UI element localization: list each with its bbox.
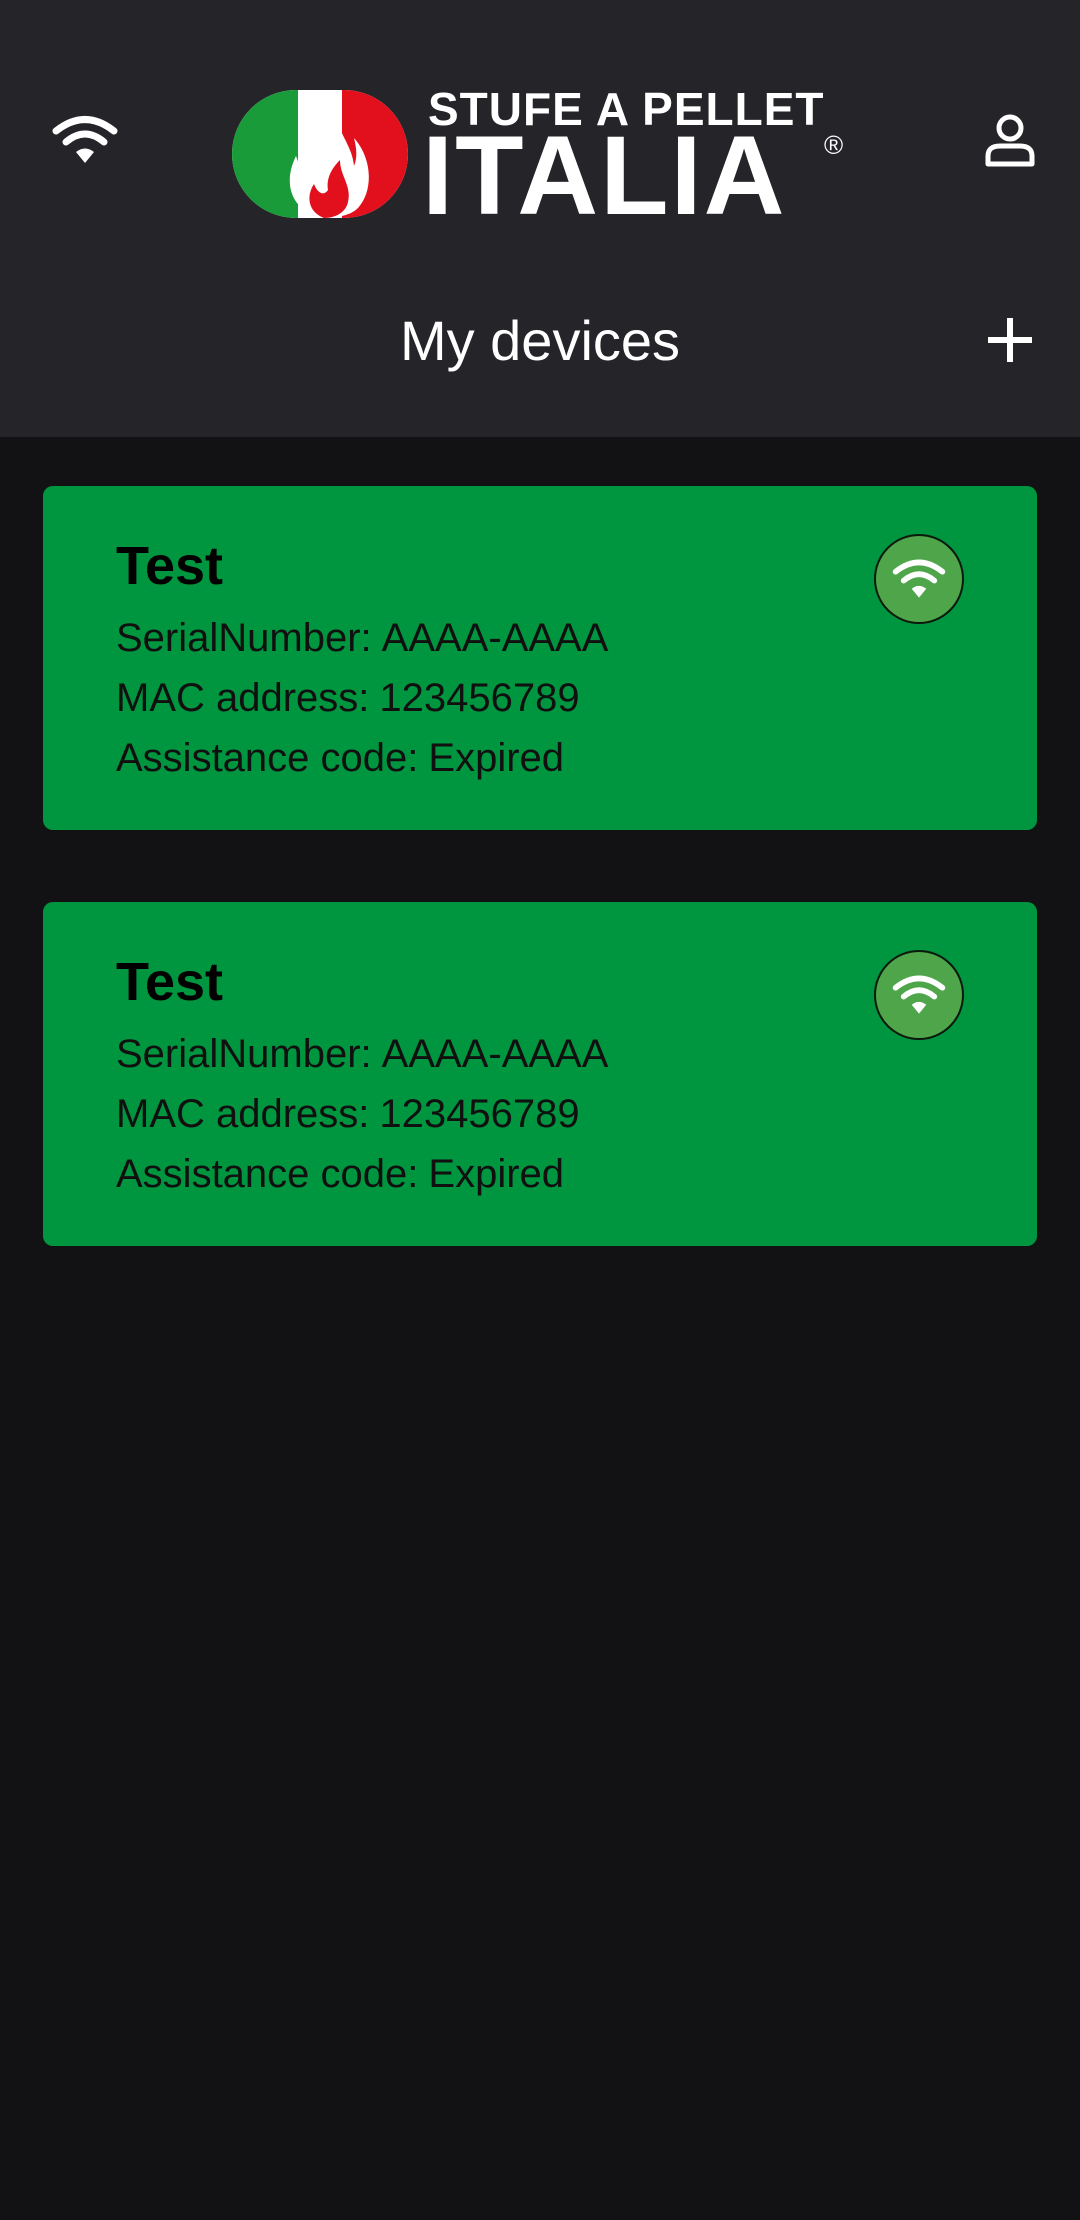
flame-logo-icon: [232, 90, 408, 218]
mac-value: 123456789: [379, 1092, 580, 1136]
serial-value: AAAA-AAAA: [381, 616, 609, 660]
wifi-button[interactable]: [40, 100, 130, 180]
assist-value: Expired: [428, 1152, 565, 1196]
device-assist-row: Assistance code: Expired: [116, 1144, 1037, 1204]
assist-label: Assistance code:: [116, 736, 419, 780]
plus-icon: [988, 318, 1032, 362]
logo-registered-mark: ®: [824, 130, 844, 160]
mac-label: MAC address:: [116, 1092, 370, 1136]
wifi-icon: [52, 116, 118, 163]
page-title: My devices: [399, 309, 681, 372]
serial-label: SerialNumber:: [116, 616, 372, 660]
device-mac-row: MAC address: 123456789: [116, 668, 1037, 728]
device-list: Test SerialNumber: AAAA-AAAA MAC address:…: [43, 486, 1037, 1318]
assist-label: Assistance code:: [116, 1152, 419, 1196]
device-mac-row: MAC address: 123456789: [116, 1084, 1037, 1144]
device-card[interactable]: Test SerialNumber: AAAA-AAAA MAC address:…: [43, 486, 1037, 830]
logo-main-text: ITALIA: [422, 113, 787, 238]
mac-label: MAC address:: [116, 676, 370, 720]
wifi-connected-icon: [874, 950, 964, 1040]
serial-value: AAAA-AAAA: [381, 1032, 609, 1076]
app-header: STUFE A PELLET ITALIA ® My devices: [0, 0, 1080, 437]
device-card[interactable]: Test SerialNumber: AAAA-AAAA MAC address:…: [43, 902, 1037, 1246]
brand-logo: STUFE A PELLET ITALIA ®: [232, 86, 852, 232]
app-root: STUFE A PELLET ITALIA ® My devices Test …: [0, 0, 1080, 2220]
add-device-button[interactable]: [965, 300, 1055, 380]
device-assist-row: Assistance code: Expired: [116, 728, 1037, 788]
mac-value: 123456789: [379, 676, 580, 720]
serial-label: SerialNumber:: [116, 1032, 372, 1076]
assist-value: Expired: [428, 736, 565, 780]
wifi-connected-icon: [874, 534, 964, 624]
user-icon: [985, 114, 1035, 167]
user-account-button[interactable]: [965, 100, 1055, 180]
